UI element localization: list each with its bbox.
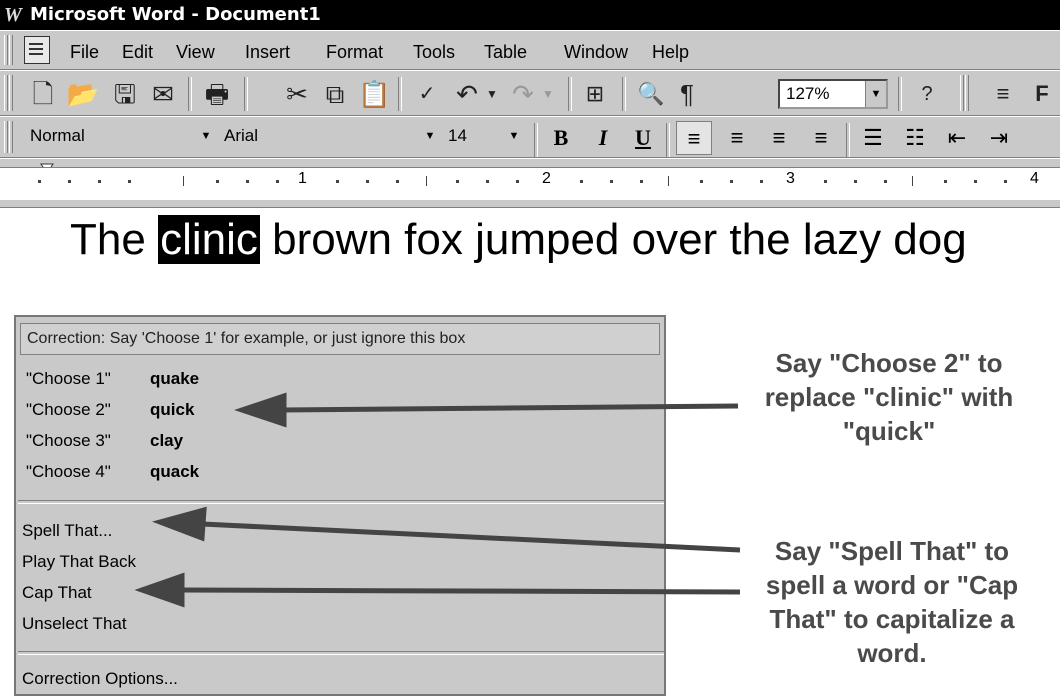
- arrow-to-spell-that: [201, 521, 741, 553]
- arrow-to-cap-that: [179, 587, 741, 595]
- arrow-to-quick: [281, 403, 739, 413]
- arrow-head-icon: [234, 392, 287, 428]
- annotation-arrows: [134, 392, 741, 608]
- arrow-head-icon: [151, 506, 207, 542]
- arrow-head-icon: [134, 572, 185, 608]
